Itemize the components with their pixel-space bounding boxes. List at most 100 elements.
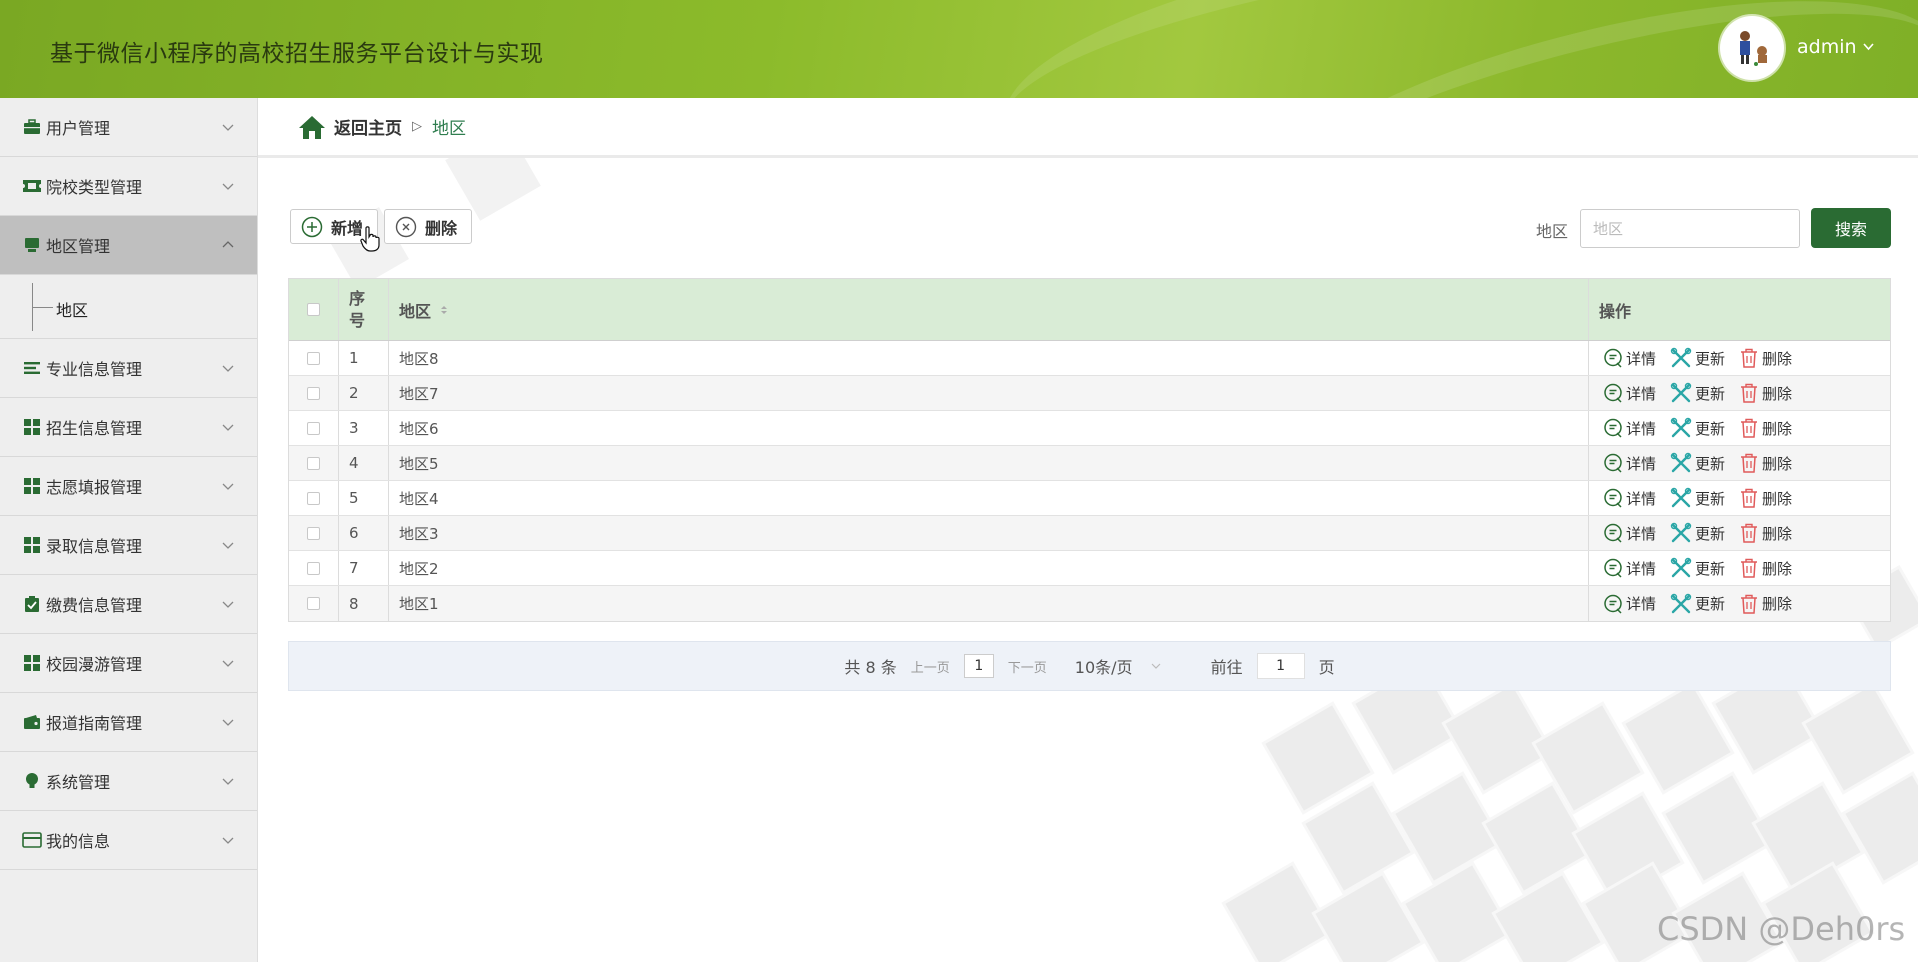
trash-icon: [1741, 348, 1758, 368]
sort-icon[interactable]: [439, 304, 449, 316]
wrench-icon: [1670, 382, 1692, 403]
delete-button[interactable]: 删除: [1739, 487, 1792, 509]
delete-label: 删除: [1762, 559, 1793, 578]
update-label: 更新: [1695, 595, 1726, 613]
sidebar-item-applications[interactable]: 志愿填报管理: [0, 457, 257, 516]
update-button[interactable]: 更新: [1670, 382, 1725, 404]
update-label: 更新: [1695, 419, 1726, 438]
row-area: 地区8: [389, 341, 1589, 375]
update-button[interactable]: 更新: [1670, 487, 1725, 509]
update-button[interactable]: 更新: [1670, 452, 1725, 474]
next-page-button[interactable]: 下一页: [1008, 657, 1047, 676]
row-checkbox[interactable]: [307, 491, 320, 505]
wrench-icon: [1670, 522, 1692, 543]
trash-icon: [1741, 558, 1758, 578]
page-size-select[interactable]: 10条/页: [1075, 654, 1161, 678]
sidebar-item-label: 系统管理: [46, 773, 111, 792]
search-label: 地区: [1536, 222, 1569, 241]
detail-button[interactable]: 详情: [1603, 383, 1656, 404]
update-button[interactable]: 更新: [1670, 522, 1725, 544]
row-check-cell: [289, 551, 339, 585]
delete-button[interactable]: 删除: [1739, 452, 1792, 474]
row-check-cell: [289, 516, 339, 550]
detail-button[interactable]: 详情: [1603, 488, 1656, 509]
cursor-hand-icon: [360, 226, 380, 252]
sidebar-item-school-types[interactable]: 院校类型管理: [0, 157, 257, 216]
sidebar-item-report-guide[interactable]: 报道指南管理: [0, 693, 257, 752]
trash-icon: [1741, 488, 1758, 508]
clipboard-check-icon: [22, 595, 42, 613]
select-all-checkbox[interactable]: [307, 303, 320, 316]
delete-label: 删除: [1762, 419, 1793, 438]
sidebar-item-users[interactable]: 用户管理: [0, 98, 257, 157]
watermark: CSDN @Deh0rs: [1657, 910, 1906, 948]
delete-button[interactable]: 删除: [1739, 347, 1792, 369]
row-actions: 详情 更新 删除: [1589, 481, 1890, 515]
row-checkbox[interactable]: [307, 526, 320, 540]
header-op: 操作: [1599, 301, 1632, 321]
wrench-icon: [1670, 557, 1692, 578]
search-input[interactable]: [1580, 209, 1800, 248]
sidebar-subitem-region[interactable]: 地区: [0, 275, 257, 339]
update-button[interactable]: 更新: [1670, 417, 1725, 439]
detail-icon: [1604, 383, 1622, 403]
detail-button[interactable]: 详情: [1603, 453, 1656, 474]
row-check-cell: [289, 341, 339, 375]
sidebar-item-label: 院校类型管理: [46, 178, 143, 197]
row-checkbox[interactable]: [307, 421, 320, 435]
delete-button[interactable]: 删除: [1739, 382, 1792, 404]
detail-button[interactable]: 详情: [1603, 418, 1656, 439]
delete-label: 删除: [1762, 524, 1793, 543]
user-menu[interactable]: admin: [1797, 36, 1874, 58]
row-no: 6: [339, 516, 389, 550]
delete-button[interactable]: 删除: [1739, 522, 1792, 544]
chevron-up-icon: [222, 241, 234, 248]
chevron-down-icon: [222, 124, 234, 131]
sidebar-item-payments[interactable]: 缴费信息管理: [0, 575, 257, 634]
row-checkbox[interactable]: [307, 597, 320, 610]
home-icon[interactable]: [298, 114, 326, 140]
sidebar-item-label: 地区管理: [46, 237, 111, 256]
sidebar-item-my-info[interactable]: 我的信息: [0, 811, 257, 870]
update-button[interactable]: 更新: [1670, 347, 1725, 369]
detail-button[interactable]: 详情: [1603, 558, 1656, 579]
delete-label: 删除: [1762, 489, 1793, 508]
row-checkbox[interactable]: [307, 386, 320, 400]
detail-button[interactable]: 详情: [1603, 523, 1656, 544]
row-actions: 详情 更新 删除: [1589, 516, 1890, 550]
sidebar-item-admissions[interactable]: 录取信息管理: [0, 516, 257, 575]
sidebar-item-regions[interactable]: 地区管理: [0, 216, 257, 275]
row-checkbox[interactable]: [307, 456, 320, 470]
delete-button[interactable]: 删除: [1739, 417, 1792, 439]
delete-label: 删除: [1762, 454, 1793, 473]
chevron-down-icon: [222, 183, 234, 190]
table-row: 1 地区8 详情 更新 删除: [289, 341, 1890, 376]
search-button[interactable]: 搜索: [1811, 208, 1891, 248]
breadcrumb: 返回主页 ▷ 地区: [258, 98, 1918, 158]
breadcrumb-home[interactable]: 返回主页: [334, 114, 402, 139]
update-button[interactable]: 更新: [1670, 593, 1725, 615]
row-checkbox[interactable]: [307, 561, 320, 575]
row-area: 地区4: [389, 481, 1589, 515]
tree-line: [33, 307, 53, 308]
detail-button[interactable]: 详情: [1603, 593, 1656, 614]
update-button[interactable]: 更新: [1670, 557, 1725, 579]
sidebar-item-majors[interactable]: 专业信息管理: [0, 339, 257, 398]
sidebar-item-enrollment[interactable]: 招生信息管理: [0, 398, 257, 457]
prev-page-button[interactable]: 上一页: [911, 657, 950, 676]
delete-button[interactable]: 删除: [1739, 593, 1792, 615]
current-page[interactable]: 1: [963, 654, 994, 678]
sidebar-item-system[interactable]: 系统管理: [0, 752, 257, 811]
detail-button[interactable]: 详情: [1603, 348, 1656, 369]
row-checkbox[interactable]: [307, 351, 320, 365]
avatar[interactable]: [1720, 16, 1784, 80]
header-area[interactable]: 地区: [389, 279, 1589, 340]
sidebar-item-campus-tour[interactable]: 校园漫游管理: [0, 634, 257, 693]
delete-batch-button[interactable]: 删除: [384, 209, 472, 244]
goto-page-input[interactable]: 1: [1256, 653, 1305, 679]
detail-label: 详情: [1626, 419, 1657, 438]
goto-prefix: 前往: [1210, 658, 1243, 677]
delete-button[interactable]: 删除: [1739, 557, 1792, 579]
row-area: 地区3: [389, 516, 1589, 550]
list-icon: [22, 359, 42, 377]
